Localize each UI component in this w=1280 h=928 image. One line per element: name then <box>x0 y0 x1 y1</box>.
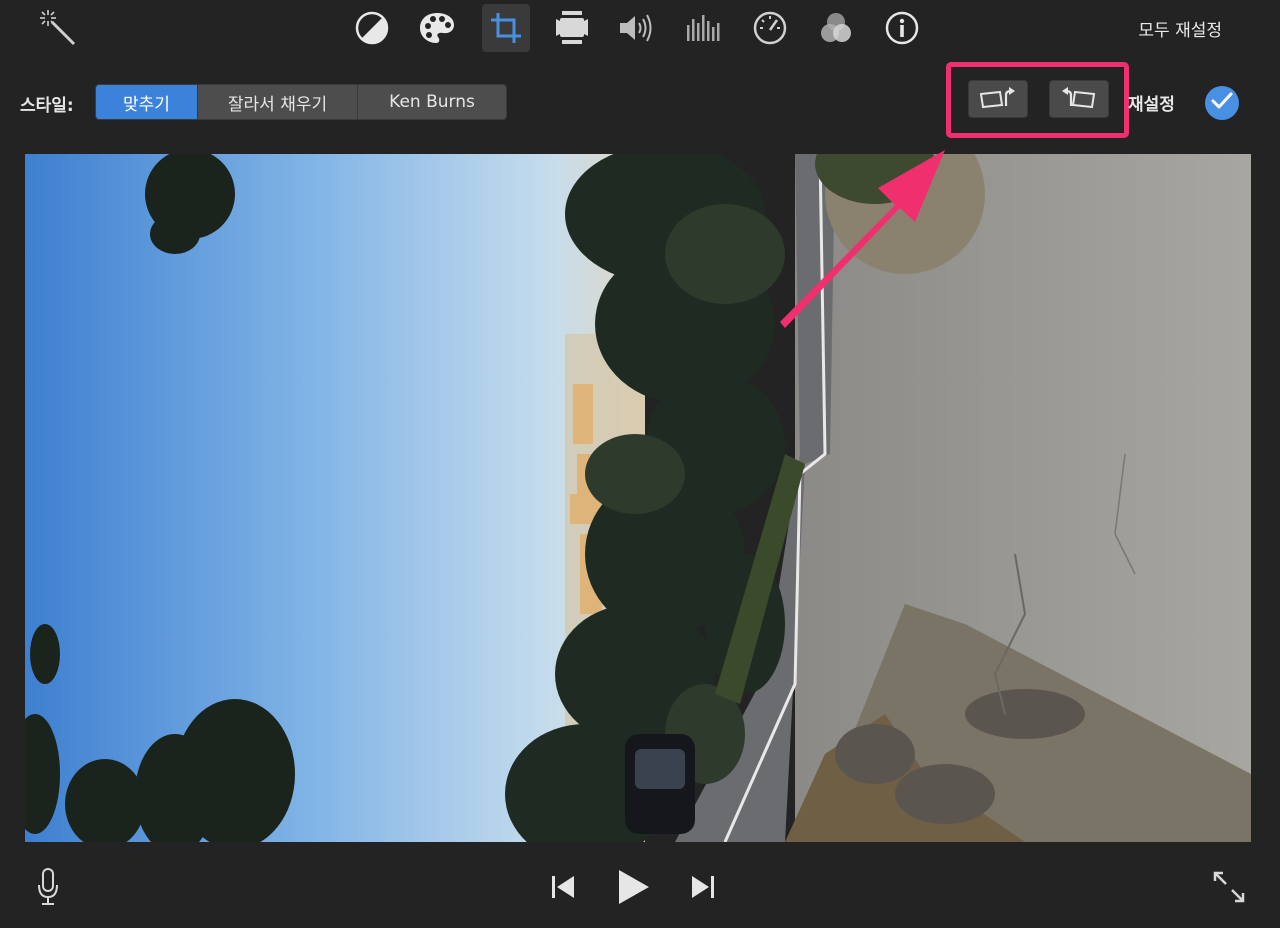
style-option-fit[interactable]: 맞추기 <box>96 85 198 119</box>
checkmark-icon <box>1211 92 1233 114</box>
skip-back-icon[interactable] <box>546 870 580 904</box>
rotate-clockwise-icon <box>1059 85 1099 113</box>
style-option-crop-to-fill[interactable]: 잘라서 채우기 <box>198 85 358 119</box>
apply-button[interactable] <box>1205 86 1239 120</box>
magic-wand-icon[interactable] <box>36 6 80 50</box>
clip-filter-icon[interactable] <box>814 6 858 50</box>
stabilization-camera-icon[interactable] <box>550 6 594 50</box>
reset-all-button[interactable]: 모두 재설정 <box>1138 16 1222 41</box>
microphone-icon[interactable] <box>34 867 62 907</box>
rotate-counterclockwise-icon <box>978 85 1018 113</box>
fullscreen-icon[interactable] <box>1210 868 1248 906</box>
style-label: 스타일: <box>20 96 74 116</box>
color-palette-icon[interactable] <box>415 6 459 50</box>
info-icon[interactable] <box>880 6 924 50</box>
adjustment-toolbar: 모두 재설정 <box>0 0 1280 56</box>
video-viewer[interactable] <box>25 154 1251 842</box>
skip-forward-icon[interactable] <box>686 870 720 904</box>
rotate-left-button[interactable] <box>968 80 1028 118</box>
style-segmented-control: 맞추기 잘라서 채우기 Ken Burns <box>95 84 507 120</box>
rotate-right-button[interactable] <box>1049 80 1109 118</box>
volume-icon[interactable] <box>615 6 659 50</box>
color-balance-icon[interactable] <box>350 6 394 50</box>
reset-button[interactable]: 재설정 <box>1128 90 1175 115</box>
equalizer-icon[interactable] <box>681 6 725 50</box>
rotated-video-frame <box>25 154 1251 842</box>
style-option-ken-burns[interactable]: Ken Burns <box>358 85 506 119</box>
play-icon[interactable] <box>612 866 654 908</box>
crop-icon[interactable] <box>482 4 530 52</box>
speed-icon[interactable] <box>748 6 792 50</box>
